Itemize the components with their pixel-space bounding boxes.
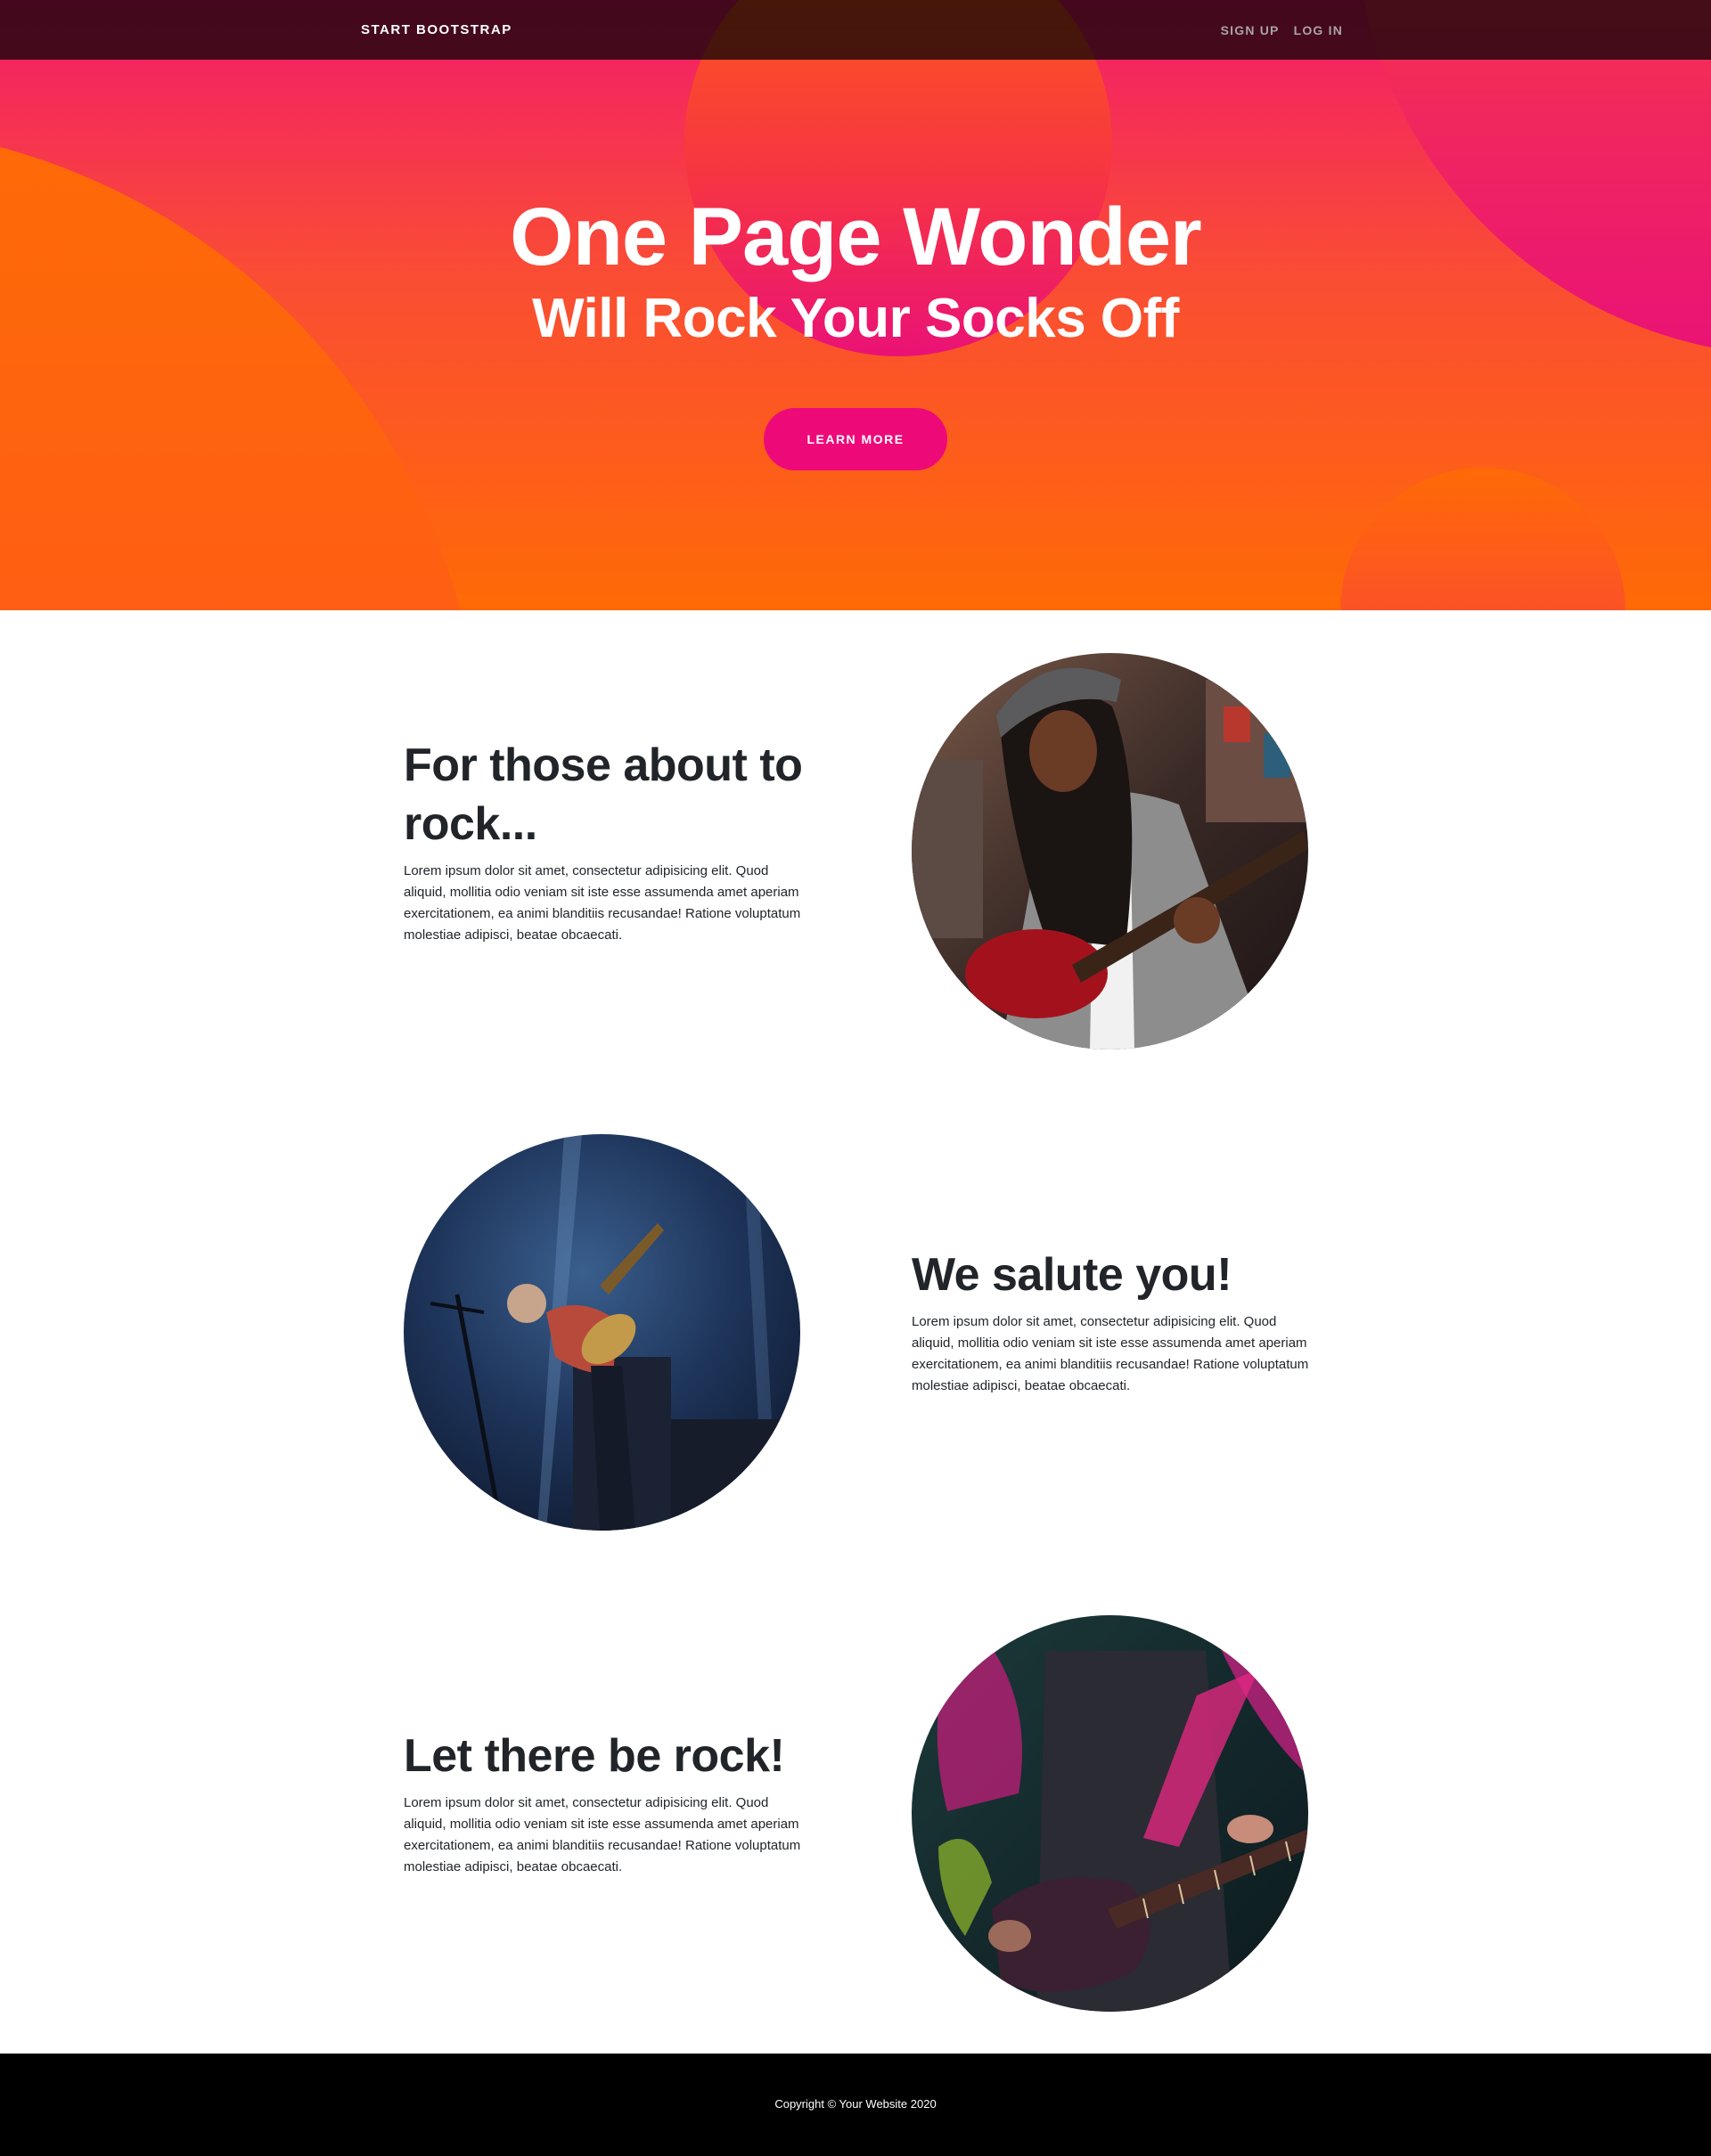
content-section-3: Let there be rock! Lorem ipsum dolor sit… <box>0 1573 1711 2054</box>
nav-link-sign-up[interactable]: SIGN UP <box>1221 21 1280 39</box>
brand-link[interactable]: START BOOTSTRAP <box>361 21 512 39</box>
hero-bg-circle <box>1340 468 1625 610</box>
section-heading: Let there be rock! <box>404 1730 785 1782</box>
nav-link-log-in[interactable]: LOG IN <box>1294 21 1343 39</box>
guitarist-woman-photo <box>912 653 1308 1049</box>
footer: Copyright © Your Website 2020 <box>0 2054 1711 2156</box>
learn-more-button[interactable]: LEARN MORE <box>764 408 947 470</box>
section-paragraph: Lorem ipsum dolor sit amet, consectetur … <box>912 1314 1309 1393</box>
content-section-1: For those about to rock... Lorem ipsum d… <box>0 611 1711 1092</box>
section-heading: For those about to rock... <box>404 739 803 850</box>
concert-guitarist-photo <box>404 1134 800 1531</box>
section-heading: We salute you! <box>912 1249 1232 1301</box>
section-paragraph: Lorem ipsum dolor sit amet, consectetur … <box>404 1795 801 1874</box>
section-text: Let there be rock! Lorem ipsum dolor sit… <box>404 1727 805 1878</box>
section-text: For those about to rock... Lorem ipsum d… <box>404 736 805 946</box>
section-paragraph: Lorem ipsum dolor sit amet, consectetur … <box>404 863 801 943</box>
top-navbar: START BOOTSTRAP SIGN UP LOG IN <box>0 0 1711 60</box>
hero-title: One Page Wonder <box>510 192 1202 282</box>
hero-masthead: One Page Wonder Will Rock Your Socks Off… <box>0 0 1711 610</box>
copyright-text: Copyright © Your Website 2020 <box>774 2097 937 2111</box>
hero-content: One Page Wonder Will Rock Your Socks Off… <box>0 191 1711 470</box>
section-text: We salute you! Lorem ipsum dolor sit ame… <box>912 1245 1313 1397</box>
nav-links: SIGN UP LOG IN <box>1221 21 1343 39</box>
hero-subtitle: Will Rock Your Socks Off <box>532 288 1179 349</box>
content-section-2: We salute you! Lorem ipsum dolor sit ame… <box>0 1092 1711 1573</box>
guitar-closeup-photo <box>912 1615 1308 2012</box>
